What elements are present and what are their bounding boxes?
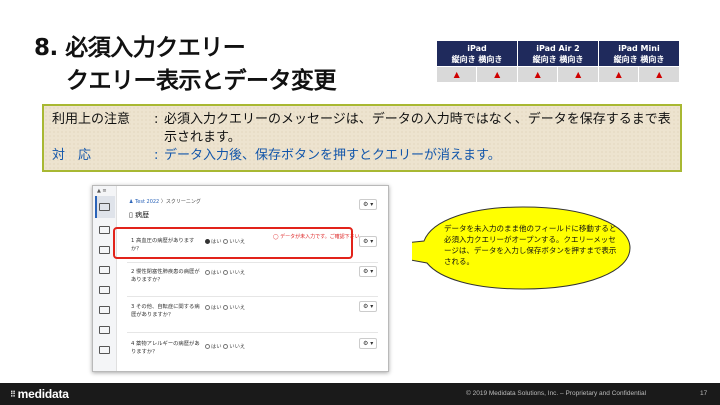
notice-label-caution: 利用上の注意 [52, 112, 131, 127]
question-label-3: 3 その他、自転症に関する病歴がありますか？ [131, 304, 200, 318]
device-header-ipad-air-2: iPad Air 2 縦向き 横向き [516, 40, 599, 67]
radio-yes-4[interactable] [205, 344, 210, 349]
explanation-callout: データを未入力のまま他のフィールドに移動すると必須入力クエリーがオープンする。ク… [412, 203, 634, 293]
document-icon: ▯ [129, 211, 133, 219]
page-title: ▯ 病歴 [129, 211, 150, 219]
page-number: 17 [700, 390, 708, 397]
question-label-4: 4 薬物アレルギーの病歴がありますか？ [131, 341, 200, 355]
warning-triangle-icon: ▲ [638, 66, 680, 83]
slide-title: 8. 必須入力クエリー クエリー表示とデータ変更 [34, 32, 337, 98]
divider [127, 296, 378, 297]
notice-text-response: データ入力後、保存ボタンを押すとクエリーが消えます。 [164, 148, 501, 163]
answer-options-2: はい いいえ [205, 268, 245, 276]
logo-grid-icon: ⠿ [10, 390, 16, 399]
breadcrumb-study-link[interactable]: Test 2022 [135, 199, 159, 205]
home-icon[interactable]: ▲ ≡ [97, 188, 107, 194]
folder-icon[interactable] [99, 346, 110, 354]
folder-icon[interactable] [99, 306, 110, 314]
copyright-text: © 2019 Medidata Solutions, Inc. – Propri… [466, 390, 647, 397]
folder-icon[interactable] [99, 226, 110, 234]
breadcrumb-current: 〉スクリーニング [160, 199, 201, 205]
form-settings-button[interactable]: ⚙ ▾ [359, 199, 378, 210]
field-settings-button[interactable]: ⚙ ▾ [359, 301, 378, 312]
divider [127, 262, 378, 263]
folder-open-icon[interactable] [99, 203, 110, 211]
folder-icon[interactable] [99, 266, 110, 274]
app-screenshot: ▲ ≡ ♟ Test 2022 〉スクリーニング ▯ 病歴 ⚙ ▾ 1 高血圧の… [92, 185, 389, 372]
notice-separator: : [154, 148, 159, 163]
warning-triangle-icon: ▲ [557, 66, 599, 83]
user-icon: ♟ [129, 199, 134, 205]
app-sidebar: ▲ ≡ [93, 186, 117, 371]
folder-icon[interactable] [99, 286, 110, 294]
divider [127, 332, 378, 333]
app-main: ♟ Test 2022 〉スクリーニング ▯ 病歴 ⚙ ▾ 1 高血圧の病歴があ… [121, 186, 388, 371]
warning-triangle-icon: ▲ [597, 66, 640, 83]
answer-options-3: はい いいえ [205, 303, 245, 311]
callout-text: データを未入力のまま他のフィールドに移動すると必須入力クエリーがオープンする。ク… [444, 224, 617, 266]
warning-triangle-icon: ▲ [476, 66, 518, 83]
notice-label-response: 対 応 [52, 148, 92, 163]
field-settings-button[interactable]: ⚙ ▾ [359, 338, 378, 349]
radio-no-4[interactable] [223, 344, 229, 349]
notice-box: 利用上の注意 : 必須入力クエリーのメッセージは、データの入力時ではなく、データ… [42, 104, 682, 172]
folder-icon[interactable] [99, 246, 110, 254]
warning-triangle-icon: ▲ [516, 66, 559, 83]
device-header-ipad-mini: iPad Mini 縦向き 横向き [597, 40, 681, 67]
answer-options-4: はい いいえ [205, 342, 245, 350]
notice-text-caution: 必須入力クエリーのメッセージは、データの入力時ではなく、データを保存するまで表示… [164, 112, 671, 145]
question-label-2: 2 慢性閉塞性肺疾患の病歴がありますか？ [131, 269, 200, 283]
notice-separator: : [154, 112, 159, 127]
device-header-ipad: iPad 縦向き 横向き [436, 40, 518, 67]
radio-no-3[interactable] [223, 305, 229, 310]
field-settings-button[interactable]: ⚙ ▾ [359, 266, 378, 277]
slide-title-line1: 8. 必須入力クエリー [34, 35, 246, 61]
slide-title-line2: クエリー表示とデータ変更 [66, 68, 337, 94]
field-settings-button[interactable]: ⚙ ▾ [359, 236, 378, 247]
query-highlight-box [113, 227, 353, 259]
radio-yes-2[interactable] [205, 270, 210, 275]
radio-yes-3[interactable] [205, 305, 210, 310]
medidata-logo: ⠿ medidata [10, 387, 69, 401]
breadcrumb: ♟ Test 2022 〉スクリーニング [129, 198, 201, 205]
device-compatibility-table: iPad 縦向き 横向き iPad Air 2 縦向き 横向き iPad Mini 縦… [435, 40, 681, 83]
folder-icon[interactable] [99, 326, 110, 334]
warning-triangle-icon: ▲ [435, 66, 478, 83]
radio-no-2[interactable] [223, 270, 229, 275]
slide-footer: ⠿ medidata © 2019 Medidata Solutions, Inc… [0, 383, 720, 405]
